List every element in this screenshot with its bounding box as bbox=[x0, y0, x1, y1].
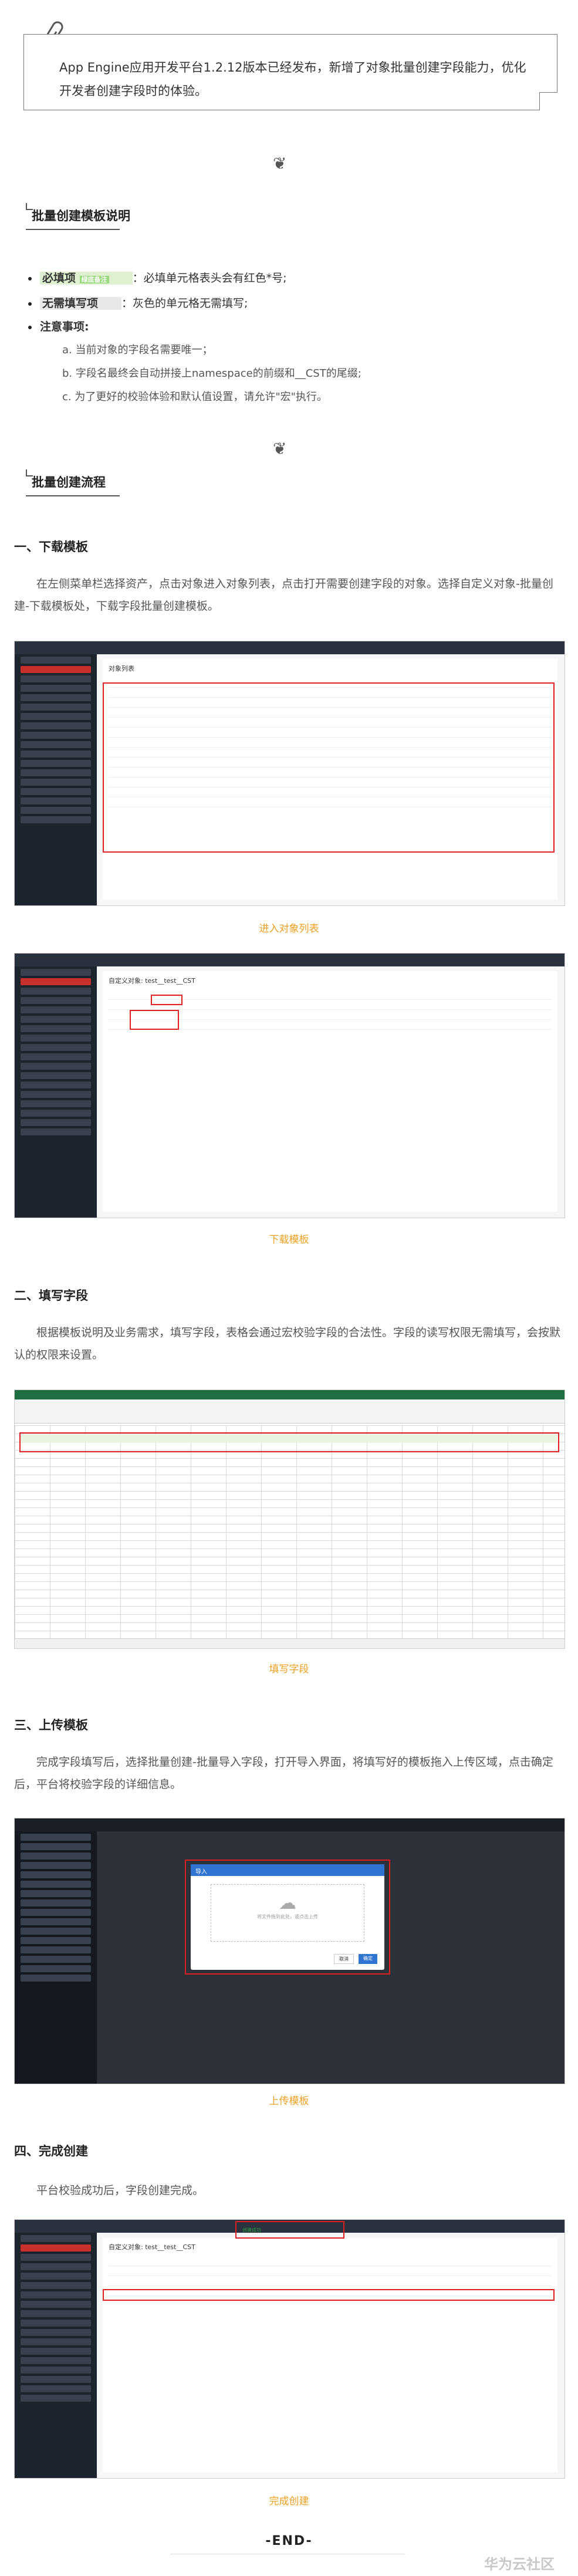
app-topbar bbox=[15, 954, 565, 966]
highlight-box bbox=[185, 1860, 390, 1975]
custom-object-panel: 自定义对象: test__test__CST bbox=[103, 971, 557, 1212]
highlight-box bbox=[130, 1010, 179, 1030]
panel-title: 自定义对象: test__test__CST bbox=[109, 2243, 195, 2251]
bullet-dot bbox=[28, 325, 32, 329]
section-title: 批量创建流程 bbox=[32, 475, 106, 489]
note-a: a. 当前对象的字段名需要唯一； bbox=[62, 344, 213, 356]
screenshot-download-template: 自定义对象: test__test__CST bbox=[14, 953, 565, 1218]
screenshot-upload: 导入 ☁ 将文件拖到此处，或点击上传 取消 确定 bbox=[14, 1818, 565, 2084]
bullet-dot bbox=[28, 276, 32, 280]
section-underline bbox=[26, 495, 120, 496]
grass-icon: ❦ bbox=[273, 154, 287, 173]
custom-object-panel: 自定义对象: test__test__CST bbox=[103, 2237, 557, 2472]
excel-grid bbox=[15, 1425, 565, 1639]
required-label: 必填项 绿底备注 bbox=[40, 272, 133, 285]
screenshot-excel bbox=[14, 1390, 565, 1649]
step-title: 四、完成创建 bbox=[14, 2144, 88, 2158]
app-sidebar bbox=[15, 1831, 97, 2084]
screenshot-completed: 自定义对象: test__test__CST 创建成功 bbox=[14, 2219, 565, 2479]
success-toast: 创建成功 bbox=[242, 2227, 261, 2233]
bullet-optional: 无需填写项 ：灰色的单元格无需填写; bbox=[28, 292, 361, 315]
step-paragraph: 根据模板说明及业务需求，填写字段，表格会通过宏校验字段的合法性。字段的读写权限无… bbox=[14, 1326, 561, 1361]
highlight-box bbox=[19, 1432, 559, 1452]
bullet-notes: 注意事项: bbox=[28, 315, 361, 339]
figure-caption: 下载模板 bbox=[269, 1234, 309, 1246]
optional-desc: ：灰色的单元格无需填写; bbox=[121, 297, 248, 310]
step-title: 三、上传模板 bbox=[14, 1718, 88, 1732]
app-sidebar bbox=[15, 966, 97, 1218]
screenshot-object-list: 对象列表 bbox=[14, 641, 565, 906]
section-title: 批量创建模板说明 bbox=[32, 209, 130, 223]
step-title: 一、下载模板 bbox=[14, 540, 88, 554]
panel-title: 对象列表 bbox=[109, 665, 134, 672]
step-title: 二、填写字段 bbox=[14, 1289, 88, 1303]
step-paragraph: 平台校验成功后，字段创建完成。 bbox=[36, 2184, 204, 2197]
note-b: b. 字段名最终会自动拼接上namespace的前缀和__CST的尾缀; bbox=[62, 367, 361, 380]
figure-caption: 完成创建 bbox=[269, 2496, 309, 2507]
folded-corner bbox=[539, 92, 557, 110]
highlight-box bbox=[103, 682, 555, 853]
highlight-box bbox=[103, 2289, 555, 2301]
note-c: c. 为了更好的校验体验和默认值设置，请允许"宏"执行。 bbox=[62, 391, 327, 403]
figure-caption: 填写字段 bbox=[269, 1664, 309, 1675]
bullet-required: 必填项 绿底备注 ：必填单元格表头会有红色*号; bbox=[28, 266, 361, 292]
excel-statusbar bbox=[15, 1638, 565, 1648]
app-topbar bbox=[15, 1818, 565, 1831]
app-sidebar bbox=[15, 2233, 97, 2478]
excel-ribbon bbox=[15, 1399, 565, 1424]
intro-text: App Engine应用开发平台1.2.12版本已经发布，新增了对象批量创建字段… bbox=[59, 60, 526, 98]
step-paragraph: 在左侧菜单栏选择资产，点击对象进入对象列表，点击打开需要创建字段的对象。选择自定… bbox=[14, 577, 553, 613]
required-desc: ：必填单元格表头会有红色*号; bbox=[132, 272, 287, 285]
optional-label: 无需填写项 bbox=[40, 297, 122, 310]
figure-caption: 上传模板 bbox=[269, 2095, 309, 2107]
step-paragraph: 完成字段填写后，选择批量创建-批量导入字段，打开导入界面，将填写好的模板拖入上传… bbox=[14, 1756, 553, 1791]
highlight-box bbox=[151, 995, 182, 1005]
template-notes: 必填项 绿底备注 ：必填单元格表头会有红色*号; 无需填写项 ：灰色的单元格无需填写… bbox=[28, 266, 361, 409]
end-mark: -END- bbox=[265, 2534, 313, 2548]
app-sidebar bbox=[15, 654, 97, 905]
excel-titlebar bbox=[15, 1390, 565, 1399]
grass-icon: ❦ bbox=[273, 439, 287, 458]
brand-watermark: 华为云社区 bbox=[484, 2556, 555, 2572]
intro-card: App Engine应用开发平台1.2.12版本已经发布，新增了对象批量创建字段… bbox=[23, 34, 557, 110]
bullet-dot bbox=[28, 302, 32, 306]
figure-caption: 进入对象列表 bbox=[259, 923, 319, 935]
highlight-box: 创建成功 bbox=[235, 2221, 344, 2239]
notes-label: 注意事项: bbox=[40, 320, 89, 333]
app-topbar bbox=[15, 641, 565, 654]
panel-title: 自定义对象: test__test__CST bbox=[109, 977, 195, 985]
section-underline bbox=[26, 229, 120, 230]
